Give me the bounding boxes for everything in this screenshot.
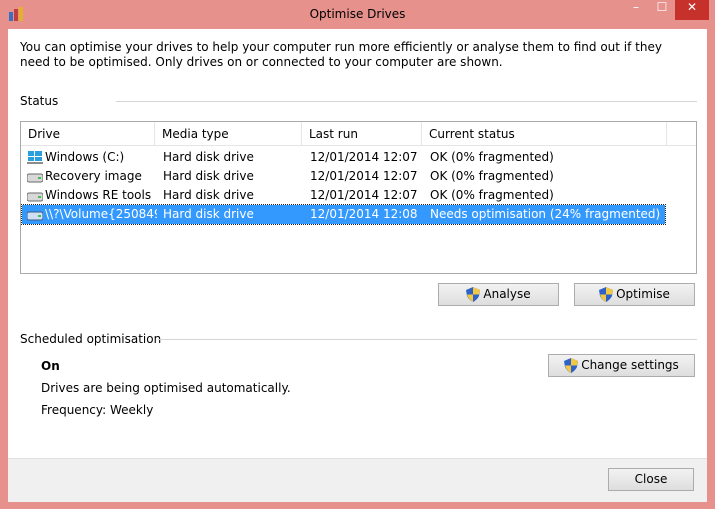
column-header-media-type[interactable]: Media type [155,122,302,146]
close-button[interactable]: Close [608,468,694,491]
optimise-button[interactable]: Optimise [574,283,695,306]
column-header-last-run[interactable]: Last run [302,122,422,146]
title-bar[interactable]: Optimise Drives – ☐ ✕ [0,0,715,29]
windows-drive-icon [27,151,43,164]
window-title: Optimise Drives [309,7,406,21]
dialog-body: You can optimise your drives to help you… [8,29,707,502]
window-close-button[interactable]: ✕ [675,0,709,20]
hard-drive-icon [27,192,43,202]
last-run: 12/01/2014 12:07 [310,150,418,164]
minimize-button[interactable]: – [623,0,649,20]
maximize-button[interactable]: ☐ [649,0,675,20]
drive-row[interactable]: Windows (C:) Hard disk drive 12/01/2014 … [22,148,665,167]
drive-name: Windows (C:) [45,150,125,164]
hard-drive-icon [27,211,43,221]
uac-shield-icon [564,358,579,373]
drives-list[interactable]: Drive Media type Last run Current status… [20,121,697,274]
column-header-drive[interactable]: Drive [21,122,155,146]
dialog-footer: Close [8,458,707,502]
media-type: Hard disk drive [163,169,254,183]
scheduled-group-label: Scheduled optimisation [20,332,162,346]
last-run: 12/01/2014 12:08 [310,207,418,221]
optimise-label: Optimise [616,287,670,301]
current-status: OK (0% fragmented) [430,150,554,164]
media-type: Hard disk drive [163,150,254,164]
column-header-current-status[interactable]: Current status [422,122,667,146]
drive-row[interactable]: Windows RE tools Hard disk drive 12/01/2… [22,186,665,205]
analyse-button[interactable]: Analyse [438,283,559,306]
optimise-drives-window: Optimise Drives – ☐ ✕ You can optimise y… [0,0,715,509]
schedule-state: On [41,359,60,373]
uac-shield-icon [466,287,481,302]
current-status: OK (0% fragmented) [430,188,554,202]
change-settings-label: Change settings [581,358,679,372]
schedule-frequency: Frequency: Weekly [41,403,154,417]
uac-shield-icon [599,287,614,302]
current-status: OK (0% fragmented) [430,169,554,183]
scheduled-divider [158,339,697,340]
status-divider [116,101,697,102]
last-run: 12/01/2014 12:07 [310,188,418,202]
analyse-label: Analyse [483,287,531,301]
intro-text: You can optimise your drives to help you… [20,40,662,69]
media-type: Hard disk drive [163,188,254,202]
column-header-filler [667,122,696,146]
media-type: Hard disk drive [163,207,254,221]
drive-name: \\?\Volume{250849... [45,207,157,221]
schedule-description: Drives are being optimised automatically… [41,381,291,395]
hard-drive-icon [27,173,43,183]
status-group-label: Status [20,94,59,108]
last-run: 12/01/2014 12:07 [310,169,418,183]
drive-row-selected[interactable]: \\?\Volume{250849... Hard disk drive 12/… [21,204,666,225]
change-settings-button[interactable]: Change settings [548,354,695,377]
drive-name: Recovery image [45,169,142,183]
drive-row[interactable]: Recovery image Hard disk drive 12/01/201… [22,167,665,186]
current-status: Needs optimisation (24% fragmented) [430,207,661,221]
drive-name: Windows RE tools [45,188,152,202]
